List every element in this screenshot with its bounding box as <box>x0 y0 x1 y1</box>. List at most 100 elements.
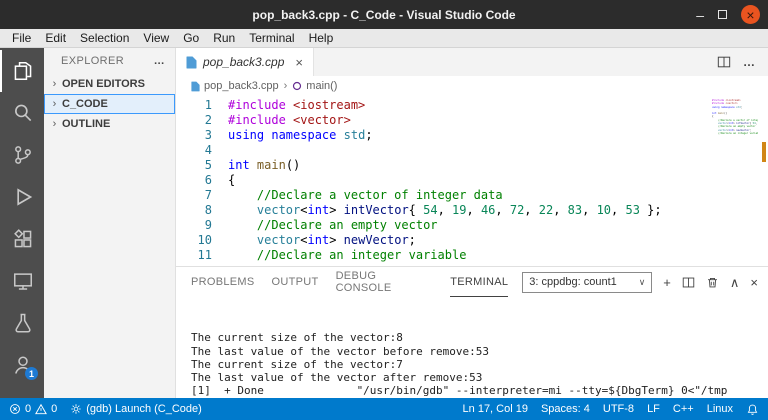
tab-bar: pop_back3.cpp × … <box>176 48 768 76</box>
status-item-lf[interactable]: LF <box>647 403 660 415</box>
breadcrumb-separator: › <box>283 80 288 92</box>
breadcrumb-item-main[interactable]: main() <box>292 80 337 92</box>
search-icon <box>12 102 34 124</box>
line-number: 2 <box>204 113 212 127</box>
sidebar-section-label: OPEN EDITORS <box>62 78 145 90</box>
status-item-ln-17-col-19[interactable]: Ln 17, Col 19 <box>463 403 528 415</box>
problems-status[interactable]: 0 0 <box>9 403 57 415</box>
menu-item-help[interactable]: Help <box>302 31 341 45</box>
warning-count: 0 <box>51 403 58 415</box>
split-terminal-icon[interactable] <box>682 276 695 289</box>
maximize-panel-icon[interactable]: ∧ <box>730 276 740 289</box>
line-number: 5 <box>204 158 212 172</box>
code-line: //Declare an integer variable <box>256 248 467 262</box>
activity-search[interactable] <box>0 92 44 134</box>
terminal-selector[interactable]: 3: cppdbg: count1 ∨ <box>522 271 653 293</box>
debug-launch-status[interactable]: (gdb) Launch (C_Code) <box>70 403 202 415</box>
editor-more-actions-icon[interactable]: … <box>743 55 756 69</box>
cpp-file-icon <box>191 81 200 92</box>
line-number: 4 <box>204 143 212 157</box>
code-editor[interactable]: 1 2 3 4 5 6 7 8 9 10 11 #include <iostream> #includ… <box>176 96 768 266</box>
activity-remote-explorer[interactable] <box>0 260 44 302</box>
panel-tab-debug-console[interactable]: DEBUG CONSOLE <box>336 267 434 297</box>
terminal-line: The current size of the vector:8 <box>191 331 403 345</box>
sidebar-title: EXPLORER <box>61 55 125 67</box>
panel-tab-problems[interactable]: PROBLEMS <box>191 267 255 297</box>
activity-accounts[interactable]: 1 <box>0 344 44 386</box>
sidebar-section-c-code[interactable]: › C_CODE <box>44 94 175 114</box>
more-actions-icon[interactable]: … <box>154 55 165 67</box>
sidebar-section-label: C_CODE <box>62 98 108 110</box>
chevron-right-icon: › <box>52 118 57 130</box>
window-title: pop_back3.cpp - C_Code - Visual Studio C… <box>252 7 516 22</box>
status-item-c[interactable]: C++ <box>673 403 694 415</box>
activity-source-control[interactable] <box>0 134 44 176</box>
sidebar-header: EXPLORER … <box>44 48 175 74</box>
code-line: using namespace std; <box>228 128 373 142</box>
line-number: 3 <box>204 128 212 142</box>
split-editor-icon[interactable] <box>717 55 731 69</box>
panel-tabs: PROBLEMS OUTPUT DEBUG CONSOLE TERMINAL <box>191 267 509 297</box>
overview-ruler-marker <box>762 142 766 162</box>
code-line: int main() <box>228 158 301 172</box>
menu-item-selection[interactable]: Selection <box>73 31 136 45</box>
error-count: 0 <box>25 403 32 415</box>
line-number: 10 <box>197 233 212 247</box>
close-button[interactable]: × <box>741 5 760 24</box>
chevron-down-icon: ∨ <box>638 276 646 287</box>
tab-close-icon[interactable]: × <box>295 55 303 70</box>
panel-header: PROBLEMS OUTPUT DEBUG CONSOLE TERMINAL 3: c… <box>176 267 768 297</box>
code-line: //Declare an integer variable <box>718 131 758 135</box>
sidebar-section-outline[interactable]: › OUTLINE <box>44 114 175 134</box>
new-terminal-icon[interactable]: + <box>663 276 671 289</box>
panel-tab-output[interactable]: OUTPUT <box>272 267 319 297</box>
remote-explorer-icon <box>12 270 34 292</box>
maximize-button[interactable] <box>718 10 727 19</box>
error-icon <box>9 403 21 415</box>
breadcrumb: pop_back3.cpp › main() <box>176 76 768 96</box>
menu-item-view[interactable]: View <box>136 31 176 45</box>
kill-terminal-icon[interactable] <box>706 276 719 289</box>
menu-item-file[interactable]: File <box>5 31 38 45</box>
sidebar-section-open-editors[interactable]: › OPEN EDITORS <box>44 74 175 94</box>
beaker-icon <box>12 312 34 334</box>
git-branch-icon <box>12 144 34 166</box>
chevron-right-icon: › <box>52 98 57 110</box>
menu-item-go[interactable]: Go <box>176 31 206 45</box>
breadcrumb-item-pop-back3-cpp[interactable]: pop_back3.cpp <box>191 80 279 92</box>
line-number: 9 <box>204 218 212 232</box>
sidebar-section-label: OUTLINE <box>62 118 111 130</box>
minimize-button[interactable]: – <box>696 8 704 22</box>
status-item-spaces-4[interactable]: Spaces: 4 <box>541 403 590 415</box>
status-left: 0 0 (gdb) Launch (C_Code) <box>9 403 202 415</box>
menu-item-edit[interactable]: Edit <box>38 31 73 45</box>
terminal[interactable]: The current size of the vector:8 The last… <box>176 297 768 398</box>
status-item-utf-8[interactable]: UTF-8 <box>603 403 634 415</box>
minimap-content: #include <iostream> #include <vector> usin… <box>712 99 758 135</box>
tab-pop-back3-cpp[interactable]: pop_back3.cpp × <box>176 48 314 76</box>
activity-run-debug[interactable] <box>0 176 44 218</box>
activity-explorer[interactable] <box>0 50 44 92</box>
vscode-window: pop_back3.cpp - C_Code - Visual Studio C… <box>0 0 768 420</box>
main-area: 1 EXPLORER … › OPEN EDITORS › C_CODE › OUTLIN… <box>0 48 768 398</box>
editor-group: pop_back3.cpp × … pop_back3.cpp › main() 1… <box>176 48 768 398</box>
bottom-panel: PROBLEMS OUTPUT DEBUG CONSOLE TERMINAL 3: c… <box>176 266 768 398</box>
line-number: 6 <box>204 173 212 187</box>
panel-tab-terminal[interactable]: TERMINAL <box>450 267 509 297</box>
close-panel-icon[interactable]: × <box>750 276 758 289</box>
status-right: Ln 17, Col 19 Spaces: 4 UTF-8 LF C++ Linux <box>463 403 759 416</box>
bell-icon[interactable] <box>746 403 759 416</box>
menu-item-terminal[interactable]: Terminal <box>242 31 301 45</box>
status-bar: 0 0 (gdb) Launch (C_Code) Ln 17, Col 19 S… <box>0 398 768 420</box>
code-lines: #include <iostream> #include <vector> usin… <box>228 98 768 266</box>
line-number: 7 <box>204 188 212 202</box>
cpp-file-icon <box>186 56 197 69</box>
minimap[interactable]: #include <iostream> #include <vector> usin… <box>712 99 758 135</box>
menu-item-run[interactable]: Run <box>206 31 242 45</box>
terminal-selector-value: 3: cppdbg: count1 <box>529 276 617 288</box>
status-item-linux[interactable]: Linux <box>707 403 733 415</box>
activity-test[interactable] <box>0 302 44 344</box>
activity-extensions[interactable] <box>0 218 44 260</box>
launch-label: (gdb) Launch (C_Code) <box>86 403 202 415</box>
